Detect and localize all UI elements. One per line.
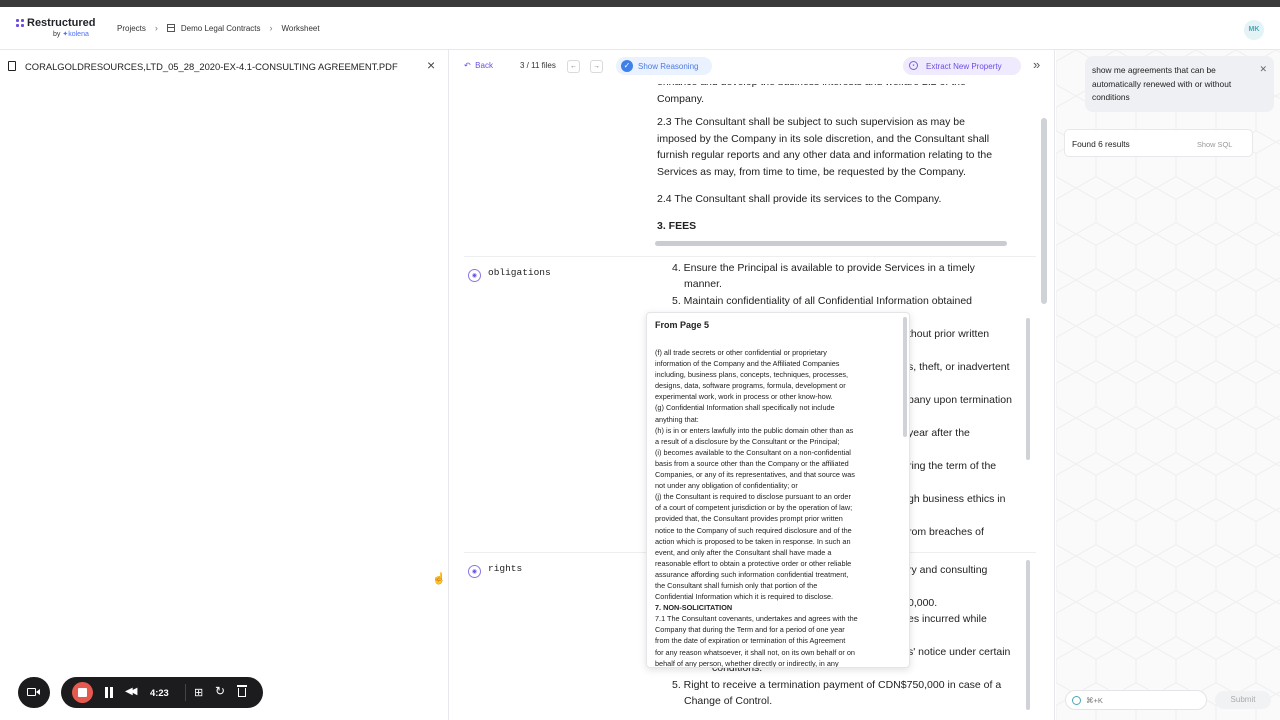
results-card: Found 6 results Show SQL (1064, 129, 1253, 157)
list-item: s, theft, or inadvertent (908, 361, 1010, 373)
expand-panel-icon[interactable]: » (1033, 57, 1040, 72)
list-item: rom breaches of (908, 526, 984, 538)
prev-file-button[interactable]: ← (567, 60, 580, 73)
list-item: year after the (908, 427, 970, 439)
show-sql-button[interactable]: Show SQL (1197, 140, 1232, 149)
worksheet-toolbar: ↶ Back 3 / 11 files ← → ✓ Show Reasoning… (450, 50, 1054, 84)
sparkle-icon: ⋆ (909, 61, 918, 70)
file-name: CORALGOLDRESOURCES,LTD_05_28_2020-EX-4.1… (25, 61, 398, 72)
source-popover[interactable]: From Page 5 (f) all trade secrets or oth… (646, 312, 910, 668)
chat-panel: show me agreements that can be automatic… (1056, 50, 1280, 720)
app-header: Restructured by ✦kolena Projects › Demo … (0, 7, 1280, 50)
logo-mark-icon (16, 19, 24, 27)
breadcrumb-worksheet[interactable]: Worksheet (282, 24, 320, 33)
pause-icon[interactable] (104, 687, 114, 698)
list-item: 5. Maintain confidentiality of all Confi… (672, 295, 973, 307)
list-item: manner. (684, 278, 722, 290)
row-divider (464, 256, 1036, 257)
camera-button[interactable] (18, 677, 50, 708)
recording-controls: ◀◀ 4:23 ⊞ ↻ (61, 677, 263, 708)
popover-excerpt: (f) all trade secrets or other confident… (655, 348, 858, 668)
recording-timer: 4:23 (150, 687, 169, 698)
list-item: 4. Ensure the Principal is available to … (672, 262, 975, 274)
list-item: 5. Right to receive a termination paymen… (672, 679, 1002, 691)
paragraph-2-4: 2.4 The Consultant shall provide its ser… (657, 193, 942, 205)
file-bar: CORALGOLDRESOURCES,LTD_05_28_2020-EX-4.1… (0, 50, 449, 82)
results-count: Found 6 results (1072, 139, 1130, 149)
property-label-rights[interactable]: ◉ rights (468, 563, 522, 578)
breadcrumb-project[interactable]: Demo Legal Contracts (181, 24, 261, 33)
file-counter: 3 / 11 files (520, 61, 556, 70)
user-avatar[interactable]: MK (1244, 20, 1264, 40)
list-item: es incurred while (908, 613, 987, 625)
list-item: pany upon termination (908, 394, 1012, 406)
close-icon[interactable]: ✕ (1259, 63, 1267, 77)
popover-title: From Page 5 (655, 320, 710, 330)
window-top-strip (0, 0, 1280, 7)
stop-recording-button[interactable] (72, 682, 93, 703)
breadcrumb: Projects › Demo Legal Contracts › Worksh… (117, 23, 320, 33)
logo-name: Restructured (27, 17, 96, 29)
chevron-right-icon: › (269, 23, 273, 33)
document-excerpt: enhance and develop the business interes… (657, 74, 1022, 244)
section-heading: 3. FEES (657, 219, 697, 232)
worksheet-panel: ↶ Back 3 / 11 files ← → ✓ Show Reasoning… (450, 50, 1055, 720)
user-query-bubble: show me agreements that can be automatic… (1085, 56, 1274, 112)
chevron-right-icon: › (154, 23, 158, 33)
back-arrow-icon: ↶ (464, 61, 471, 70)
list-item: gh business ethics in (908, 493, 1006, 505)
list-item: 0,000. (908, 597, 938, 609)
check-icon: ✓ (621, 60, 633, 72)
chat-input[interactable] (1086, 694, 1201, 707)
breadcrumb-projects[interactable]: Projects (117, 24, 146, 33)
next-file-button[interactable]: → (590, 60, 603, 73)
at-icon (1072, 696, 1081, 705)
file-icon (8, 61, 16, 71)
user-query-text: show me agreements that can be automatic… (1092, 65, 1232, 103)
info-icon: ◉ (468, 269, 481, 282)
extract-new-property-button[interactable]: ⋆ Extract New Property (903, 57, 1021, 75)
divider (185, 684, 186, 701)
info-icon: ◉ (468, 565, 481, 578)
list-item: thout prior written (908, 328, 990, 340)
grid-icon[interactable]: ⊞ (194, 686, 203, 699)
camera-icon (27, 688, 36, 696)
back-button[interactable]: ↶ Back (464, 61, 493, 70)
show-reasoning-toggle[interactable]: ✓ Show Reasoning (616, 57, 712, 75)
rewind-icon[interactable]: ◀◀ (125, 686, 138, 697)
table-icon (166, 24, 175, 32)
restart-icon[interactable]: ↻ (215, 684, 225, 698)
list-item: Change of Control. (684, 695, 773, 707)
logo-byline: by ✦kolena (53, 31, 89, 38)
pdf-viewer-panel: CORALGOLDRESOURCES,LTD_05_28_2020-EX-4.1… (0, 50, 449, 720)
mouse-cursor-icon: ☝ (432, 573, 446, 585)
horizontal-scrollbar[interactable] (655, 241, 1007, 246)
paragraph-2-3: 2.3 The Consultant shall be subject to s… (657, 116, 993, 178)
submit-button[interactable]: Submit (1215, 691, 1271, 709)
list-item: ry and consulting (908, 564, 988, 576)
popover-scrollbar[interactable] (903, 317, 907, 437)
vertical-scrollbar[interactable] (1041, 118, 1047, 304)
list-item: s' notice under certain (908, 646, 1011, 658)
close-icon[interactable]: × (427, 57, 435, 73)
chat-input-box[interactable] (1065, 690, 1207, 710)
trash-icon[interactable] (237, 685, 247, 697)
list-item: ring the term of the (908, 460, 997, 472)
property-label-obligations[interactable]: ◉ obligations (468, 267, 551, 282)
